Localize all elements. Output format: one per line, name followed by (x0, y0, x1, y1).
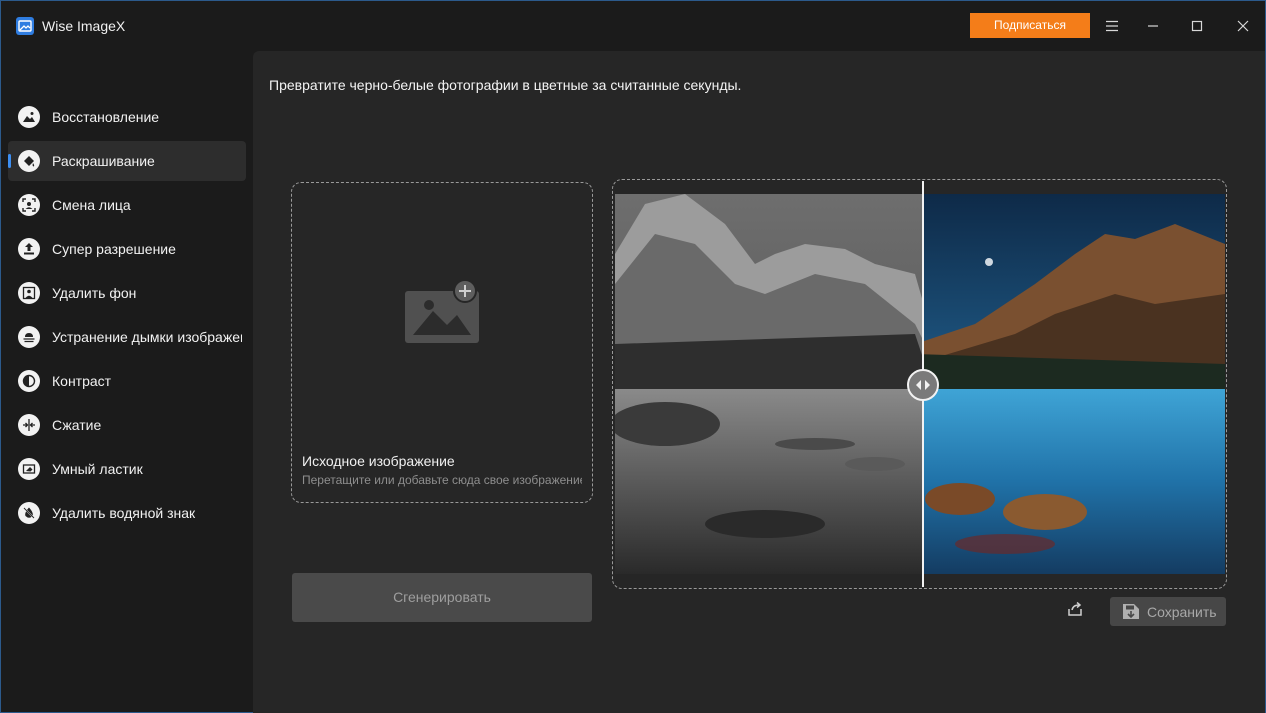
title-bar: Wise ImageX Подписаться (1, 1, 1265, 51)
mountain-image-icon (18, 106, 40, 128)
sidebar-item-label: Контраст (52, 373, 112, 389)
dehaze-icon (18, 326, 40, 348)
compare-slider-handle[interactable] (907, 369, 939, 401)
sidebar-item-label: Супер разрешение (52, 241, 176, 257)
sidebar-item-label: Удалить фон (52, 285, 137, 301)
source-image-dropzone[interactable]: Исходное изображение Перетащите или доба… (291, 182, 593, 503)
app-title: Wise ImageX (42, 18, 126, 34)
sidebar-item-face-swap[interactable]: Смена лица (8, 185, 246, 225)
sidebar-item-label: Устранение дымки изображения (52, 329, 242, 345)
close-icon[interactable] (1228, 13, 1258, 39)
sidebar-item-label: Восстановление (52, 109, 160, 125)
sidebar-item-label: Удалить водяной знак (52, 505, 196, 521)
before-after-preview (612, 179, 1227, 589)
contrast-icon (18, 370, 40, 392)
app-logo-icon (16, 17, 34, 35)
sidebar-item-label: Сжатие (52, 417, 102, 433)
maximize-icon[interactable] (1182, 13, 1212, 39)
save-button[interactable]: Сохранить (1110, 597, 1226, 626)
main-panel: Превратите черно-белые фотографии в цвет… (253, 51, 1265, 713)
add-image-icon (403, 279, 481, 345)
sidebar-item-remove-bg[interactable]: Удалить фон (8, 273, 246, 313)
sidebar-item-colorize[interactable]: Раскрашивание (8, 141, 246, 181)
dropzone-title: Исходное изображение (302, 453, 455, 469)
sidebar-item-label: Умный ластик (52, 461, 143, 477)
save-label: Сохранить (1147, 604, 1217, 620)
sidebar-item-smart-eraser[interactable]: Умный ластик (8, 449, 246, 489)
watermark-remove-icon (18, 502, 40, 524)
sidebar: Восстановление Раскрашивание Смена лица … (1, 51, 253, 713)
sidebar-item-remove-watermark[interactable]: Удалить водяной знак (8, 493, 246, 533)
sidebar-item-contrast[interactable]: Контраст (8, 361, 246, 401)
subscribe-button[interactable]: Подписаться (970, 13, 1090, 38)
paint-bucket-icon (18, 150, 40, 172)
compress-icon (18, 414, 40, 436)
share-icon[interactable] (1065, 599, 1085, 619)
minimize-icon[interactable] (1138, 13, 1168, 39)
sidebar-item-label: Смена лица (52, 197, 131, 213)
menu-icon[interactable] (1097, 13, 1127, 39)
face-scan-icon (18, 194, 40, 216)
sidebar-item-super-resolution[interactable]: Супер разрешение (8, 229, 246, 269)
sidebar-item-dehaze[interactable]: Устранение дымки изображения (8, 317, 246, 357)
sidebar-item-restore[interactable]: Восстановление (8, 97, 246, 137)
eraser-icon (18, 458, 40, 480)
dropzone-hint: Перетащите или добавьте сюда свое изобра… (302, 473, 582, 487)
sidebar-item-label: Раскрашивание (52, 153, 155, 169)
page-title: Превратите черно-белые фотографии в цвет… (269, 77, 742, 93)
sidebar-item-compress[interactable]: Сжатие (8, 405, 246, 445)
generate-button[interactable]: Сгенерировать (292, 573, 592, 622)
person-cutout-icon (18, 282, 40, 304)
upscale-icon (18, 238, 40, 260)
app-window: Wise ImageX Подписаться Восстановление Р… (0, 0, 1266, 713)
